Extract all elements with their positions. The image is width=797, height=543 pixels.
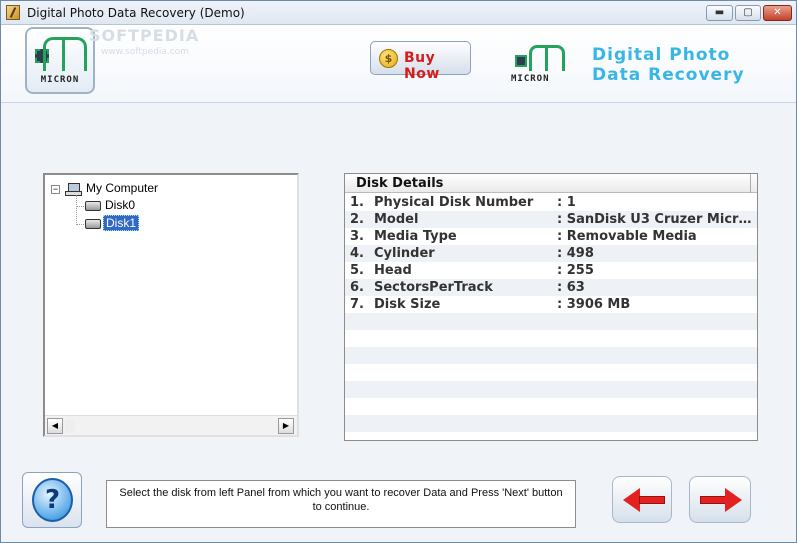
collapse-icon[interactable]: − [51,185,60,194]
logo-text-small: MICRON [511,74,550,84]
detail-row[interactable]: 6. SectorsPerTrack : 63 [345,279,757,296]
detail-value: : 63 [557,280,585,295]
disk-tree-panel[interactable]: − My Computer Disk0 Disk1 ◀ ▶ [43,173,299,437]
header-banner: MICRON SOFTPEDIA www.softpedia.com $ Buy… [1,25,796,103]
detail-value: : 1 [557,195,576,210]
disk-details-panel: Disk Details 1. Physical Disk Number: 1 2.… [344,173,758,441]
detail-row-empty [345,364,757,381]
back-button[interactable] [612,476,672,523]
micron-logo: MICRON [25,27,95,94]
scroll-right-button[interactable]: ▶ [278,418,294,434]
brand-line-2: Data Recovery [592,65,745,85]
detail-num: 2. [350,212,364,227]
detail-num: 1. [350,195,364,210]
next-button[interactable] [689,476,751,523]
detail-value: : 3906 MB [557,297,631,312]
title-bar: Digital Photo Data Recovery (Demo) ▬ ▢ ✕ [1,1,796,25]
minimize-button[interactable]: ▬ [706,5,733,21]
app-icon [6,5,20,20]
brand-line-1: Digital Photo [592,45,731,65]
details-header: Disk Details [345,174,757,193]
detail-row-empty [345,415,757,432]
tree-label-selected: Disk1 [103,215,140,231]
detail-label: Model [374,212,419,227]
app-window: Digital Photo Data Recovery (Demo) ▬ ▢ ✕… [0,0,797,543]
help-button[interactable]: ? [22,472,82,528]
detail-row[interactable]: 7. Disk Size : 3906 MB [345,296,757,313]
detail-row[interactable]: 5. Head : 255 [345,262,757,279]
detail-num: 3. [350,229,364,244]
chip-icon [515,55,527,67]
buy-now-button[interactable]: $ Buy Now [370,41,471,82]
coin-icon: $ [379,49,398,68]
tree-connector [76,195,77,225]
detail-num: 6. [350,280,364,295]
detail-label: Disk Size [374,297,441,312]
detail-row[interactable]: 1. Physical Disk Number : 1 [345,194,757,211]
detail-label: SectorsPerTrack [374,280,493,295]
detail-label: Physical Disk Number [374,195,534,210]
detail-row-empty [345,347,757,364]
brand-title: Digital Photo Data Recovery [592,45,745,85]
detail-value: : 498 [557,246,594,261]
detail-row-empty [345,398,757,415]
detail-value: : Removable Media [557,229,697,244]
horizontal-scrollbar[interactable]: ◀ ▶ [45,415,297,435]
detail-label: Cylinder [374,246,435,261]
tree-node-disk1[interactable]: Disk1 [103,215,140,232]
computer-icon [65,183,82,196]
detail-label: Head [374,263,412,278]
detail-num: 4. [350,246,364,261]
detail-num: 5. [350,263,364,278]
window-title: Digital Photo Data Recovery (Demo) [27,6,245,20]
disk-icon [85,219,101,229]
buy-now-label: Buy Now [404,50,440,82]
watermark-url: www.softpedia.com [101,47,189,57]
instruction-message: Select the disk from left Panel from whi… [106,480,576,528]
arrow-left-icon [623,488,665,512]
detail-num: 7. [350,297,364,312]
tree-node-disk0[interactable]: Disk0 [105,197,135,214]
disk-tree: − My Computer Disk0 Disk1 [45,175,297,415]
tree-label: My Computer [86,181,159,195]
detail-row-empty [345,313,757,330]
help-icon: ? [32,478,73,522]
m-logo-icon [43,37,87,71]
arrow-right-icon [700,488,742,512]
detail-row[interactable]: 4. Cylinder : 498 [345,245,757,262]
micron-logo-small: MICRON [509,41,581,89]
watermark: SOFTPEDIA [89,26,200,45]
tree-node-my-computer[interactable]: My Computer [86,180,158,197]
m-logo-icon [529,45,565,71]
logo-text: MICRON [40,75,80,85]
scroll-thumb[interactable] [65,420,75,433]
detail-value: : SanDisk U3 Cruzer Micro ... [557,212,753,227]
details-column-header[interactable]: Disk Details [345,174,751,193]
detail-row[interactable]: 3. Media Type : Removable Media [345,228,757,245]
detail-row[interactable]: 2. Model : SanDisk U3 Cruzer Micro ... [345,211,757,228]
detail-row-empty [345,381,757,398]
scroll-left-button[interactable]: ◀ [47,418,63,434]
detail-value: : 255 [557,263,594,278]
close-button[interactable]: ✕ [763,5,792,21]
disk-icon [85,201,101,211]
detail-row-empty [345,330,757,347]
tree-label: Disk0 [105,198,136,212]
maximize-button[interactable]: ▢ [735,5,761,21]
detail-label: Media Type [374,229,457,244]
